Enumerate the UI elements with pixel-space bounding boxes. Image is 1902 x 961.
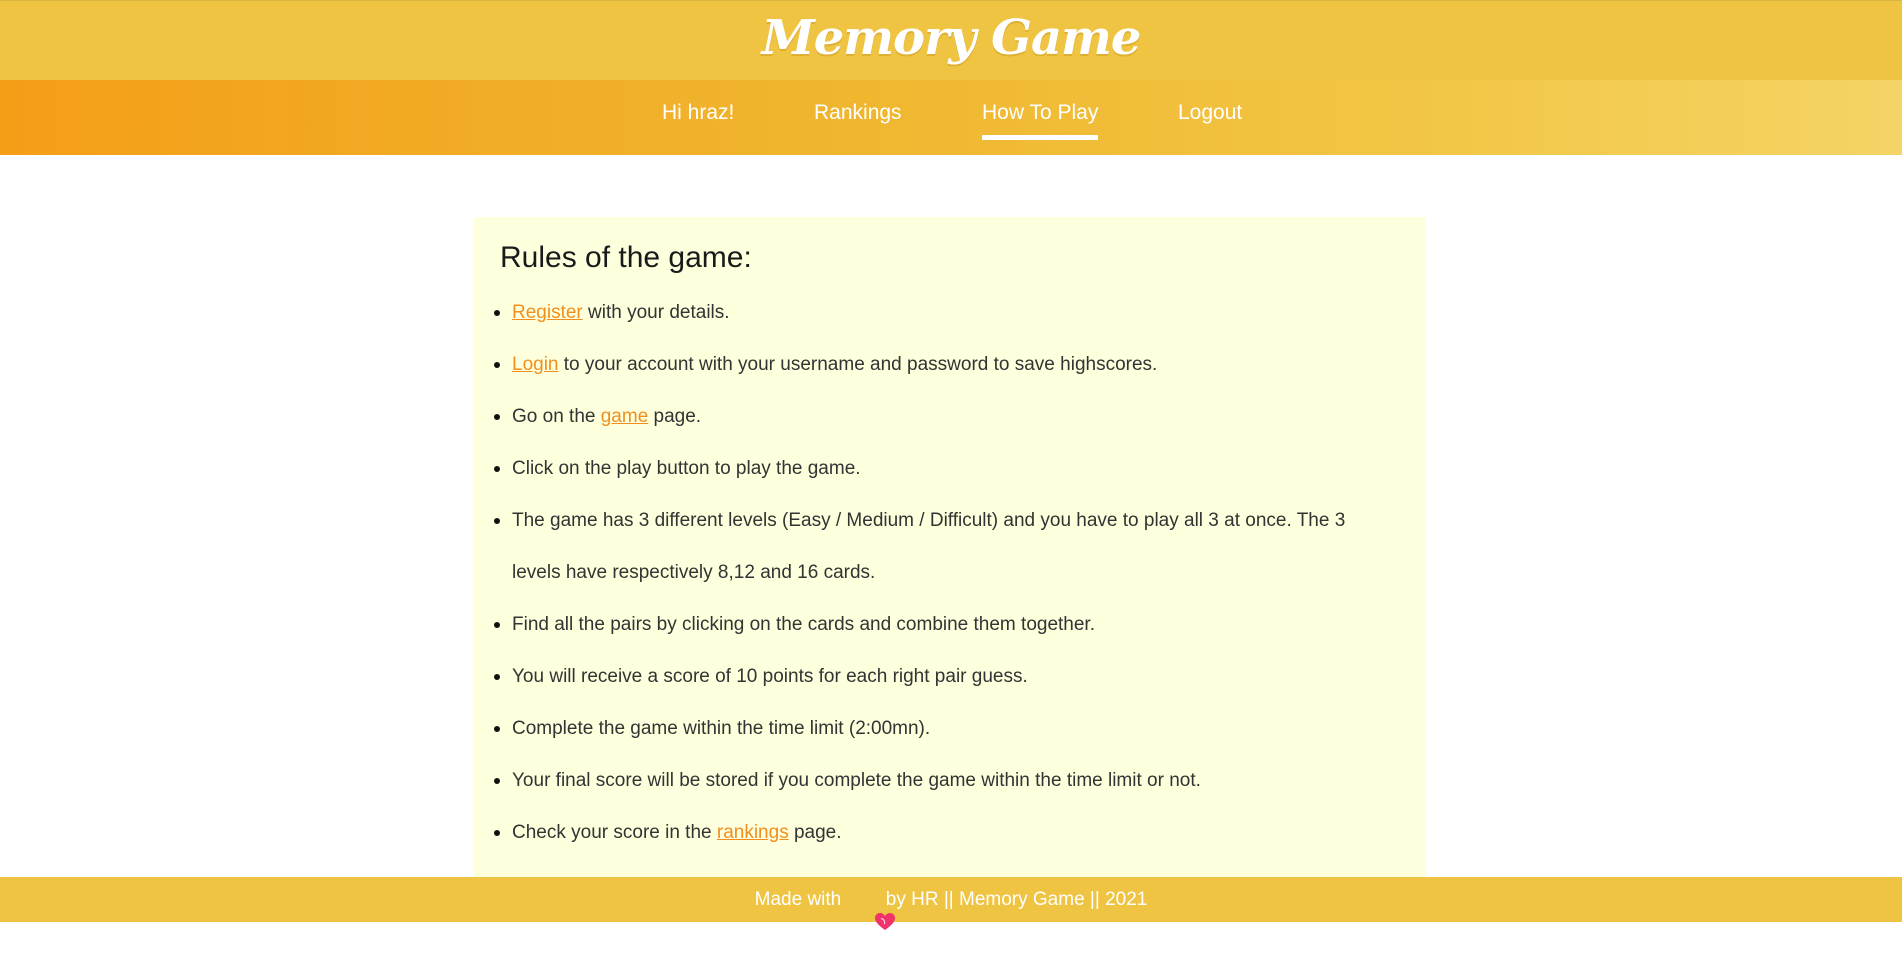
nav-logout[interactable]: Logout (1178, 80, 1242, 155)
rule-item: Find all the pairs by clicking on the ca… (494, 599, 1392, 651)
rule-text: with your details. (582, 302, 730, 323)
bullet-icon (494, 362, 500, 368)
rule-text: to your account with your username and p… (558, 354, 1158, 375)
rule-item: The game has 3 different levels (Easy / … (494, 495, 1392, 599)
login-link[interactable]: Login (512, 354, 559, 375)
bullet-icon (494, 518, 500, 524)
site-logo: Memory Game (761, 9, 1142, 66)
bullet-icon (494, 778, 500, 784)
rule-item: Click on the play button to play the gam… (494, 443, 1392, 495)
site-footer: Made with by HR || Memory Game || 2021 (0, 877, 1902, 930)
rules-list: Register with your details. Login to you… (494, 287, 1392, 859)
bullet-icon (494, 622, 500, 628)
rule-text: Complete the game within the time limit … (512, 718, 931, 739)
site-header: Memory Game (0, 0, 1902, 80)
register-link[interactable]: Register (512, 302, 583, 323)
rule-item: Complete the game within the time limit … (494, 703, 1392, 755)
rule-text: Go on the (512, 406, 601, 427)
game-link[interactable]: game (601, 406, 649, 427)
footer-text-before: Made with (754, 888, 847, 910)
rule-text: Click on the play button to play the gam… (512, 458, 861, 479)
bullet-icon (494, 830, 500, 836)
rule-text: You will receive a score of 10 points fo… (512, 666, 1028, 687)
rule-text: page. (648, 406, 702, 427)
rule-text: Find all the pairs by clicking on the ca… (512, 614, 1095, 635)
rule-text: The game has 3 different levels (Easy / … (512, 510, 1346, 583)
bullet-icon (494, 674, 500, 680)
nav-greeting[interactable]: Hi hraz! (662, 80, 734, 155)
rules-title: Rules of the game: (500, 241, 752, 274)
rule-text: page. (788, 822, 842, 843)
rules-panel: Rules of the game: Register with your de… (474, 217, 1426, 877)
bullet-icon (494, 726, 500, 732)
rankings-link[interactable]: rankings (717, 822, 789, 843)
rule-item: Register with your details. (494, 287, 1392, 339)
rule-item: You will receive a score of 10 points fo… (494, 651, 1392, 703)
nav-how-to-play[interactable]: How To Play (982, 80, 1099, 155)
rule-item: Go on the game page. (494, 391, 1392, 443)
nav-rankings[interactable]: Rankings (814, 80, 902, 155)
heart-icon (853, 889, 895, 930)
bullet-icon (494, 310, 500, 316)
bullet-icon (494, 414, 500, 420)
rule-item: Login to your account with your username… (494, 339, 1392, 391)
rule-text: Your final score will be stored if you c… (512, 770, 1201, 791)
rule-item: Check your score in the rankings page. (494, 807, 1392, 859)
footer-text-after: by HR || Memory Game || 2021 (880, 888, 1148, 910)
rule-text: Check your score in the (512, 822, 717, 843)
rule-item: Your final score will be stored if you c… (494, 755, 1392, 807)
bullet-icon (494, 466, 500, 472)
main-navbar: Hi hraz! Rankings How To Play Logout (0, 80, 1902, 155)
